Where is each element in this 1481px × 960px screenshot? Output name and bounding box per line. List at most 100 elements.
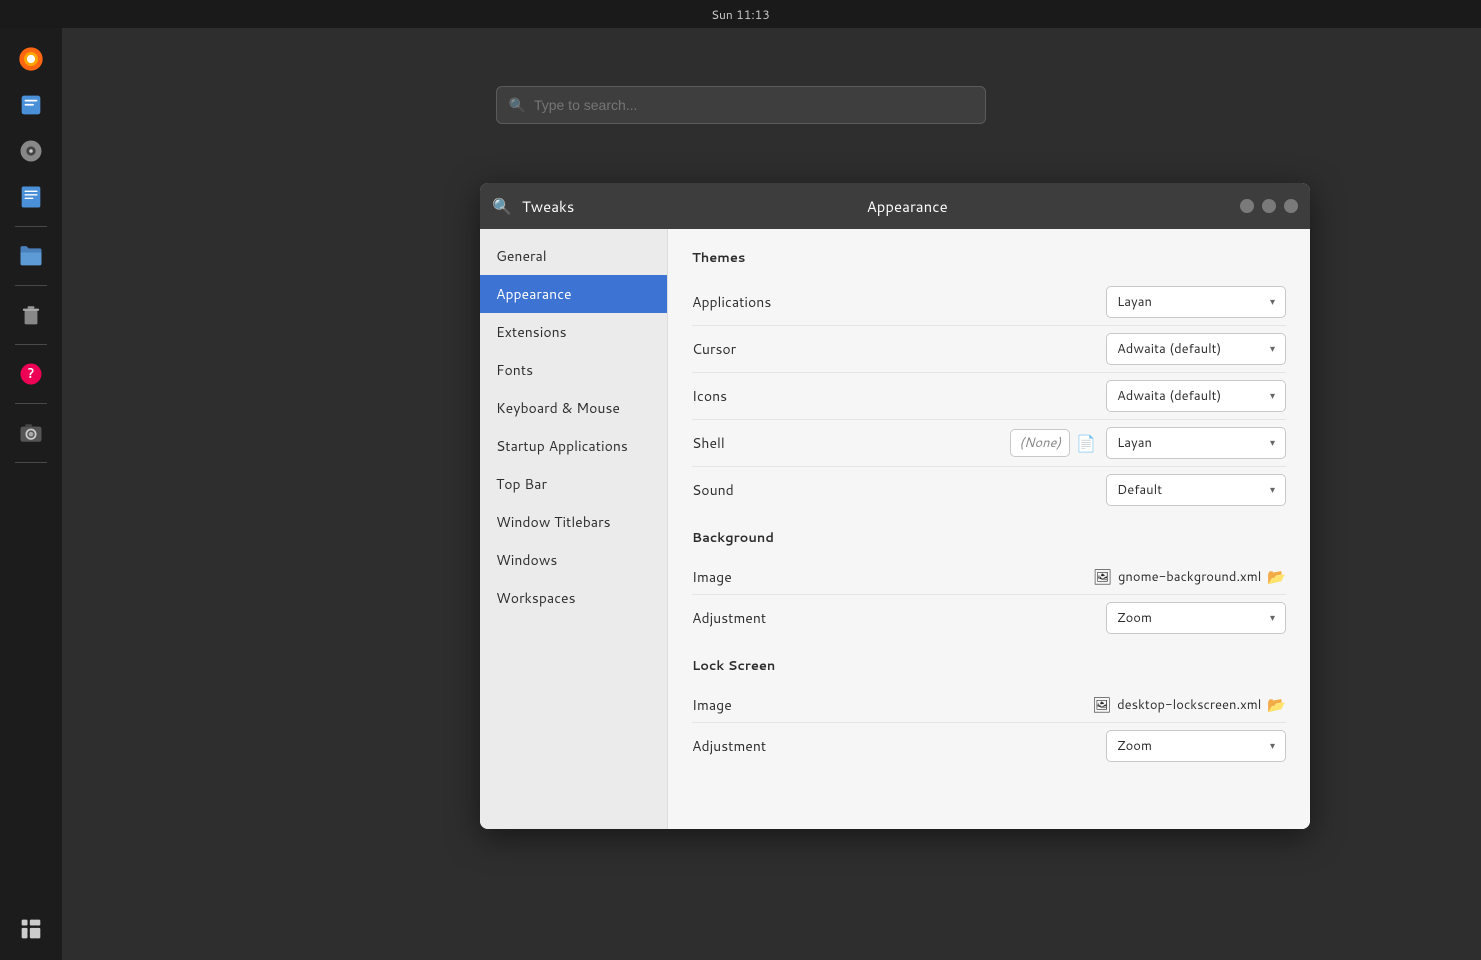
shell-info-icon: 📄: [1076, 432, 1096, 455]
lock-image-open-icon[interactable]: 📂: [1267, 694, 1286, 715]
lock-adjustment-label: Adjustment: [692, 736, 1086, 756]
disk-icon: [17, 137, 45, 165]
search-icon: 🔍: [509, 95, 526, 115]
bg-image-open-icon[interactable]: 📂: [1267, 566, 1286, 587]
bg-adjustment-dropdown-arrow: ▾: [1270, 611, 1275, 625]
dock-item-help[interactable]: ?: [10, 353, 52, 395]
icons-label: Icons: [692, 386, 1086, 406]
sidebar-item-general[interactable]: General: [480, 237, 667, 275]
dock: ?: [0, 28, 62, 960]
lock-adjustment-dropdown[interactable]: Zoom ▾: [1106, 730, 1286, 762]
bg-image-row: Image 🖼 gnome-background.xml 📂: [692, 559, 1286, 595]
cursor-label: Cursor: [692, 339, 1086, 359]
dock-item-trash[interactable]: [10, 294, 52, 336]
bg-adjustment-row: Adjustment Zoom ▾: [692, 595, 1286, 641]
window-body: General Appearance Extensions Fonts Keyb…: [480, 229, 1310, 829]
bg-image-file: 🖼 gnome-background.xml 📂: [1093, 566, 1286, 587]
lock-image-value: 🖼 desktop-lockscreen.xml 📂: [1086, 694, 1286, 715]
lock-image-label: Image: [692, 695, 1086, 715]
shell-dropdown-arrow: ▾: [1270, 436, 1275, 450]
sound-row: Sound Default ▾: [692, 467, 1286, 513]
lock-adjustment-row: Adjustment Zoom ▾: [692, 723, 1286, 769]
lock-adjustment-dropdown-arrow: ▾: [1270, 739, 1275, 753]
minimize-button[interactable]: [1240, 199, 1254, 213]
dock-item-files[interactable]: [10, 235, 52, 277]
themes-section: Themes Applications Layan ▾ Cur: [692, 249, 1286, 513]
dock-item-disk[interactable]: [10, 130, 52, 172]
search-titlebar-icon: 🔍: [492, 195, 512, 218]
dock-separator-3: [15, 344, 47, 345]
icons-value: Adwaita (default) ▾: [1086, 380, 1286, 412]
lock-image-file: 🖼 desktop-lockscreen.xml 📂: [1092, 694, 1286, 715]
bg-adjustment-label: Adjustment: [692, 608, 1086, 628]
desktop: ?: [0, 28, 1481, 960]
cursor-row: Cursor Adwaita (default) ▾: [692, 326, 1286, 373]
applications-value: Layan ▾: [1086, 286, 1286, 318]
help-icon: ?: [17, 360, 45, 388]
search-input[interactable]: [534, 97, 973, 113]
sidebar-item-keyboard-mouse[interactable]: Keyboard & Mouse: [480, 389, 667, 427]
background-section: Background Image 🖼 gnome-background.xml …: [692, 529, 1286, 641]
applications-row: Applications Layan ▾: [692, 279, 1286, 326]
applications-dropdown[interactable]: Layan ▾: [1106, 286, 1286, 318]
icons-row: Icons Adwaita (default) ▾: [692, 373, 1286, 420]
icons-dropdown[interactable]: Adwaita (default) ▾: [1106, 380, 1286, 412]
sound-dropdown[interactable]: Default ▾: [1106, 474, 1286, 506]
sound-value: Default ▾: [1086, 474, 1286, 506]
background-heading: Background: [692, 529, 1286, 547]
sidebar: General Appearance Extensions Fonts Keyb…: [480, 229, 668, 829]
applications-label: Applications: [692, 292, 1086, 312]
dock-item-writer[interactable]: [10, 176, 52, 218]
top-bar: Sun 11:13: [0, 0, 1481, 28]
lock-image-row: Image 🖼 desktop-lockscreen.xml 📂: [692, 687, 1286, 723]
sidebar-item-appearance[interactable]: Appearance: [480, 275, 667, 313]
sidebar-item-window-titlebars[interactable]: Window Titlebars: [480, 503, 667, 541]
cursor-dropdown-arrow: ▾: [1270, 342, 1275, 356]
shell-dropdown[interactable]: Layan ▾: [1106, 427, 1286, 459]
dock-separator-2: [15, 285, 47, 286]
bg-adjustment-value: Zoom ▾: [1086, 602, 1286, 634]
sound-label: Sound: [692, 480, 1086, 500]
writer-icon: [17, 183, 45, 211]
shell-label: Shell: [692, 433, 1010, 453]
icons-dropdown-arrow: ▾: [1270, 389, 1275, 403]
trash-icon: [17, 301, 45, 329]
maximize-button[interactable]: [1262, 199, 1276, 213]
camera-icon: [17, 419, 45, 447]
dock-separator-5: [15, 462, 47, 463]
dock-item-camera[interactable]: [10, 412, 52, 454]
window-section-title: Appearance: [574, 196, 1240, 217]
bg-image-value: 🖼 gnome-background.xml 📂: [1086, 566, 1286, 587]
shell-none-badge: (None): [1010, 429, 1070, 457]
apps-grid-icon: [17, 915, 45, 943]
files-icon: [17, 242, 45, 270]
sidebar-item-workspaces[interactable]: Workspaces: [480, 579, 667, 617]
clock: Sun 11:13: [711, 6, 770, 23]
window-controls: [1240, 199, 1298, 213]
sidebar-item-top-bar[interactable]: Top Bar: [480, 465, 667, 503]
bg-adjustment-dropdown[interactable]: Zoom ▾: [1106, 602, 1286, 634]
tweaks-title-area: 🔍 Tweaks: [492, 195, 574, 218]
sound-dropdown-arrow: ▾: [1270, 483, 1275, 497]
close-button[interactable]: [1284, 199, 1298, 213]
content-area: Themes Applications Layan ▾ Cur: [668, 229, 1310, 829]
dock-separator-4: [15, 403, 47, 404]
shell-row: Shell (None) 📄 Layan ▾: [692, 420, 1286, 467]
search-bar-wrap: 🔍: [0, 56, 1481, 124]
sidebar-item-windows[interactable]: Windows: [480, 541, 667, 579]
search-bar[interactable]: 🔍: [496, 86, 986, 124]
tweaks-app-title: Tweaks: [522, 196, 574, 217]
sidebar-item-startup-applications[interactable]: Startup Applications: [480, 427, 667, 465]
applications-dropdown-arrow: ▾: [1270, 295, 1275, 309]
dock-separator-1: [15, 226, 47, 227]
svg-text:?: ?: [28, 365, 35, 383]
window-titlebar: 🔍 Tweaks Appearance: [480, 183, 1310, 229]
dock-item-apps[interactable]: [10, 908, 52, 950]
bg-image-file-icon: 🖼: [1093, 566, 1112, 587]
lockscreen-section: Lock Screen Image 🖼 desktop-lockscreen.x…: [692, 657, 1286, 769]
sidebar-item-extensions[interactable]: Extensions: [480, 313, 667, 351]
themes-heading: Themes: [692, 249, 1286, 267]
cursor-dropdown[interactable]: Adwaita (default) ▾: [1106, 333, 1286, 365]
tweaks-window: 🔍 Tweaks Appearance General Appearance: [480, 183, 1310, 829]
sidebar-item-fonts[interactable]: Fonts: [480, 351, 667, 389]
